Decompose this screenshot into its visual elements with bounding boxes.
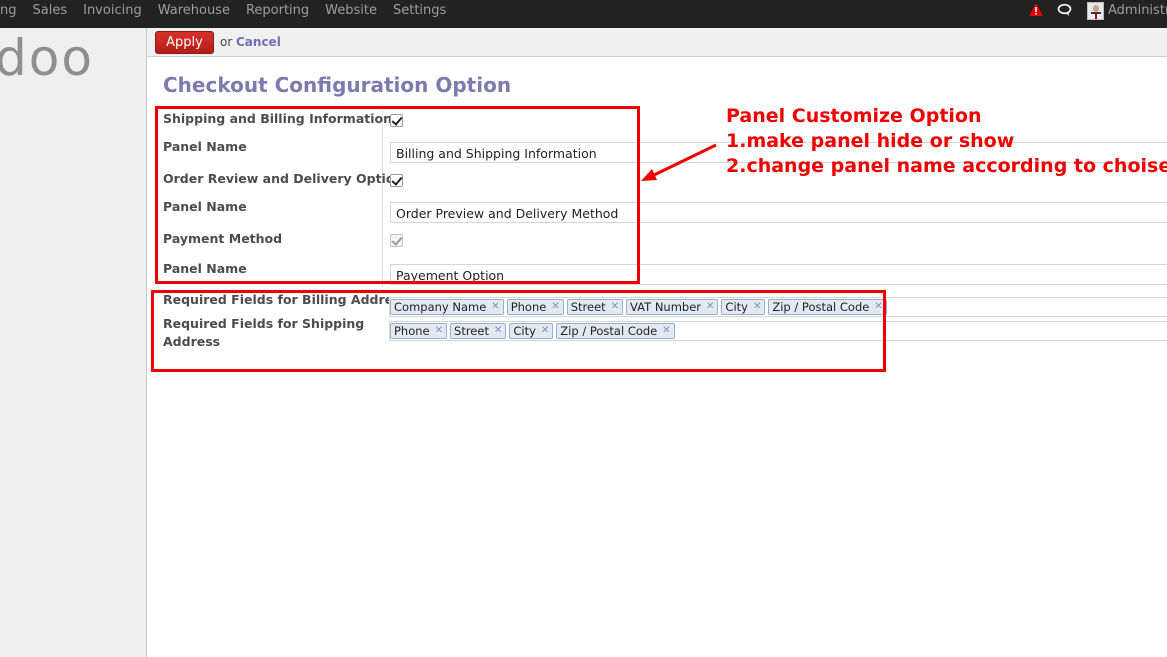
avatar-tie <box>1095 13 1097 19</box>
shipping-tag: Phone ✕ <box>390 323 448 339</box>
billing-tag: City ✕ <box>721 299 766 315</box>
left-sidebar <box>0 28 147 657</box>
tag-label: VAT Number <box>630 300 702 314</box>
shipping-required-label: Required Fields for Shipping <box>163 316 365 331</box>
billing-tag: Zip / Postal Code ✕ <box>768 299 887 315</box>
order-review-label: Order Review and Delivery Option <box>163 171 404 186</box>
shipping-required-label-cont: Address <box>163 334 221 349</box>
billing-tag: Street ✕ <box>566 299 624 315</box>
warning-icon[interactable] <box>1029 3 1043 16</box>
payment-panel-name-input[interactable] <box>390 264 1167 285</box>
menu-item-settings[interactable]: Settings <box>385 0 454 28</box>
shipping-billing-label: Shipping and Billing Information <box>163 111 393 126</box>
remove-tag-icon[interactable]: ✕ <box>706 300 714 314</box>
tag-label: Company Name <box>394 300 487 314</box>
payment-method-checkbox <box>390 234 403 247</box>
chat-icon[interactable] <box>1057 3 1072 17</box>
odoo-logo[interactable]: doo <box>0 28 94 88</box>
cancel-link[interactable]: Cancel <box>236 35 281 49</box>
shipping-tag: Zip / Postal Code ✕ <box>556 323 675 339</box>
shipping-tag: Street ✕ <box>450 323 507 339</box>
main-menu: ng Sales Invoicing Warehouse Reporting W… <box>0 0 454 28</box>
tag-label: Phone <box>510 300 547 314</box>
shipping-billing-checkbox[interactable] <box>390 114 403 127</box>
remove-tag-icon[interactable]: ✕ <box>753 300 761 314</box>
panel-options-highlight-box <box>155 106 640 284</box>
order-review-checkbox[interactable] <box>390 174 403 187</box>
billing-required-tags: Company Name ✕ Phone ✕ Street ✕ VAT Number ✕… <box>390 299 887 315</box>
menu-item-marketing[interactable]: ng <box>0 0 25 28</box>
menu-item-warehouse[interactable]: Warehouse <box>150 0 238 28</box>
top-navbar: ng Sales Invoicing Warehouse Reporting W… <box>0 0 1167 28</box>
menu-item-sales[interactable]: Sales <box>25 0 76 28</box>
billing-tag: Phone ✕ <box>506 299 564 315</box>
form-column-divider <box>382 108 383 288</box>
tag-label: Phone <box>394 324 430 338</box>
remove-tag-icon[interactable]: ✕ <box>541 324 549 338</box>
tag-label: City <box>725 300 748 314</box>
menu-item-invoicing[interactable]: Invoicing <box>75 0 150 28</box>
tag-label: Zip / Postal Code <box>772 300 870 314</box>
tag-label: Street <box>454 324 489 338</box>
tag-label: Street <box>570 300 606 314</box>
menu-item-reporting[interactable]: Reporting <box>238 0 317 28</box>
remove-tag-icon[interactable]: ✕ <box>491 300 499 314</box>
shipping-tag: City ✕ <box>509 323 554 339</box>
payment-method-label: Payment Method <box>163 231 283 246</box>
apply-button[interactable]: Apply <box>155 31 214 54</box>
user-name[interactable]: Administra <box>1108 0 1167 22</box>
panel-name-label-3: Panel Name <box>163 261 247 276</box>
billing-tag: VAT Number ✕ <box>626 299 719 315</box>
panel-name-label-2: Panel Name <box>163 199 247 214</box>
panel-name-label-1: Panel Name <box>163 139 247 154</box>
remove-tag-icon[interactable]: ✕ <box>611 300 619 314</box>
tag-label: City <box>513 324 536 338</box>
menu-item-website[interactable]: Website <box>317 0 385 28</box>
annotation-line-2: 2.change panel name according to choise <box>726 155 1167 177</box>
annotation-title: Panel Customize Option <box>726 105 982 127</box>
user-avatar[interactable] <box>1087 2 1104 20</box>
order-panel-name-input[interactable] <box>390 202 1167 223</box>
remove-tag-icon[interactable]: ✕ <box>435 324 443 338</box>
billing-tag: Company Name ✕ <box>390 299 504 315</box>
billing-required-label: Required Fields for Billing Address <box>163 292 409 307</box>
annotation-line-1: 1.make panel hide or show <box>726 130 1015 152</box>
remove-tag-icon[interactable]: ✕ <box>874 300 882 314</box>
avatar-head <box>1093 5 1099 12</box>
shipping-required-tags: Phone ✕ Street ✕ City ✕ Zip / Postal Code ✕ <box>390 323 675 339</box>
remove-tag-icon[interactable]: ✕ <box>662 324 670 338</box>
action-bar <box>147 28 1167 57</box>
remove-tag-icon[interactable]: ✕ <box>494 324 502 338</box>
remove-tag-icon[interactable]: ✕ <box>551 300 559 314</box>
page-title: Checkout Configuration Option <box>163 73 512 97</box>
or-text: or <box>220 35 233 49</box>
tag-label: Zip / Postal Code <box>560 324 658 338</box>
